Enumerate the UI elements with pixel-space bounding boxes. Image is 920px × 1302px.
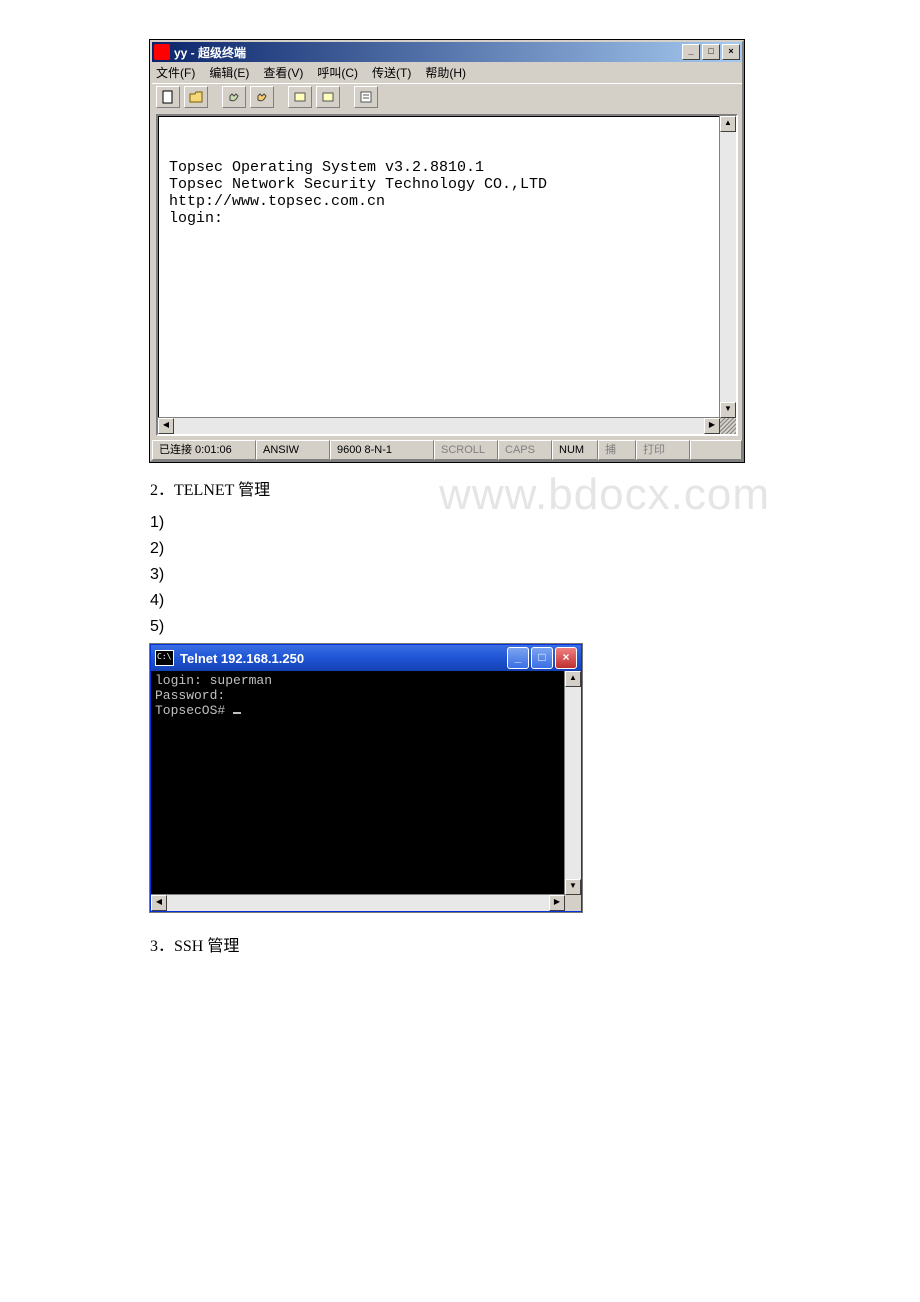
- status-print: 打印: [636, 440, 690, 460]
- status-scroll: SCROLL: [434, 440, 498, 460]
- terminal-frame: Topsec Operating System v3.2.8810.1 Tops…: [156, 114, 738, 436]
- toolbar-separator: [212, 86, 218, 108]
- terminal-line: login:: [169, 210, 223, 227]
- menu-transfer[interactable]: 传送(T): [372, 64, 411, 81]
- terminal-line: Topsec Network Security Technology CO.,L…: [169, 176, 547, 193]
- titlebar: C:\ Telnet 192.168.1.250 _ □ ×: [151, 645, 581, 671]
- hyperterminal-window: yy - 超级终端 _ □ × 文件(F) 编辑(E) 查看(V) 呼叫(C) …: [150, 40, 744, 462]
- list-item: 4): [150, 592, 770, 610]
- minimize-button[interactable]: _: [682, 44, 700, 60]
- toolbar: [152, 83, 742, 110]
- scroll-track[interactable]: [565, 687, 581, 879]
- scroll-up-icon[interactable]: ▲: [720, 116, 736, 132]
- maximize-button[interactable]: □: [531, 647, 553, 669]
- maximize-button[interactable]: □: [702, 44, 720, 60]
- menubar: 文件(F) 编辑(E) 查看(V) 呼叫(C) 传送(T) 帮助(H): [152, 62, 742, 83]
- terminal-line: TopsecOS#: [155, 703, 233, 718]
- app-icon: [154, 44, 170, 60]
- disconnect-icon[interactable]: [250, 86, 274, 108]
- terminal-line: Topsec Operating System v3.2.8810.1: [169, 159, 484, 176]
- new-icon[interactable]: [156, 86, 180, 108]
- resize-grip-icon[interactable]: [720, 418, 736, 434]
- window-title: yy - 超级终端: [174, 44, 680, 61]
- status-blank: [690, 440, 742, 460]
- call-icon[interactable]: [222, 86, 246, 108]
- status-num: NUM: [552, 440, 598, 460]
- section2-heading: 2．TELNET 管理: [150, 476, 770, 500]
- menu-call[interactable]: 呼叫(C): [317, 64, 358, 81]
- scroll-up-icon[interactable]: ▲: [565, 671, 581, 687]
- horizontal-scrollbar[interactable]: ◀ ▶: [158, 417, 720, 434]
- close-button[interactable]: ×: [722, 44, 740, 60]
- scroll-left-icon[interactable]: ◀: [151, 895, 167, 911]
- menu-edit[interactable]: 编辑(E): [209, 64, 249, 81]
- terminal-area[interactable]: Topsec Operating System v3.2.8810.1 Tops…: [158, 116, 736, 434]
- toolbar-separator: [278, 86, 284, 108]
- list-item: 5): [150, 618, 770, 636]
- vertical-scrollbar[interactable]: ▲ ▼: [564, 671, 581, 895]
- close-button[interactable]: ×: [555, 647, 577, 669]
- menu-help[interactable]: 帮助(H): [425, 64, 466, 81]
- list-item: 2): [150, 540, 770, 558]
- scroll-track[interactable]: [174, 418, 704, 434]
- toolbar-separator: [344, 86, 350, 108]
- terminal-area[interactable]: login: superman Password: TopsecOS#: [151, 671, 581, 720]
- terminal-line: Password:: [155, 688, 225, 703]
- telnet-window: C:\ Telnet 192.168.1.250 _ □ × login: su…: [150, 644, 582, 912]
- open-icon[interactable]: [184, 86, 208, 108]
- titlebar: yy - 超级终端 _ □ ×: [152, 42, 742, 62]
- scroll-track[interactable]: [167, 895, 549, 911]
- status-capture: 捕: [598, 440, 636, 460]
- vertical-scrollbar[interactable]: ▲ ▼: [719, 116, 736, 418]
- status-caps: CAPS: [498, 440, 552, 460]
- receive-icon[interactable]: [316, 86, 340, 108]
- terminal-line: login: superman: [155, 673, 272, 688]
- minimize-button[interactable]: _: [507, 647, 529, 669]
- scroll-down-icon[interactable]: ▼: [565, 879, 581, 895]
- scroll-down-icon[interactable]: ▼: [720, 402, 736, 418]
- list-item: 1): [150, 514, 770, 532]
- send-icon[interactable]: [288, 86, 312, 108]
- menu-file[interactable]: 文件(F): [156, 64, 195, 81]
- properties-icon[interactable]: [354, 86, 378, 108]
- scroll-left-icon[interactable]: ◀: [158, 418, 174, 434]
- section3-heading: 3．SSH 管理: [150, 932, 770, 956]
- horizontal-scrollbar[interactable]: ◀ ▶: [151, 894, 565, 911]
- scroll-right-icon[interactable]: ▶: [549, 895, 565, 911]
- statusbar: 已连接 0:01:06 ANSIW 9600 8-N-1 SCROLL CAPS…: [152, 440, 742, 460]
- cursor-icon: [233, 712, 241, 714]
- list-item: 3): [150, 566, 770, 584]
- menu-view[interactable]: 查看(V): [263, 64, 303, 81]
- resize-grip-icon[interactable]: [565, 895, 581, 911]
- status-params: 9600 8-N-1: [330, 440, 434, 460]
- status-connected: 已连接 0:01:06: [152, 440, 256, 460]
- terminal-line: http://www.topsec.com.cn: [169, 193, 385, 210]
- window-title: Telnet 192.168.1.250: [180, 651, 505, 666]
- scroll-right-icon[interactable]: ▶: [704, 418, 720, 434]
- terminal-frame: login: superman Password: TopsecOS# ▲ ▼ …: [151, 671, 581, 911]
- status-emulation: ANSIW: [256, 440, 330, 460]
- scroll-track[interactable]: [720, 132, 736, 402]
- cmd-icon: C:\: [155, 650, 174, 666]
